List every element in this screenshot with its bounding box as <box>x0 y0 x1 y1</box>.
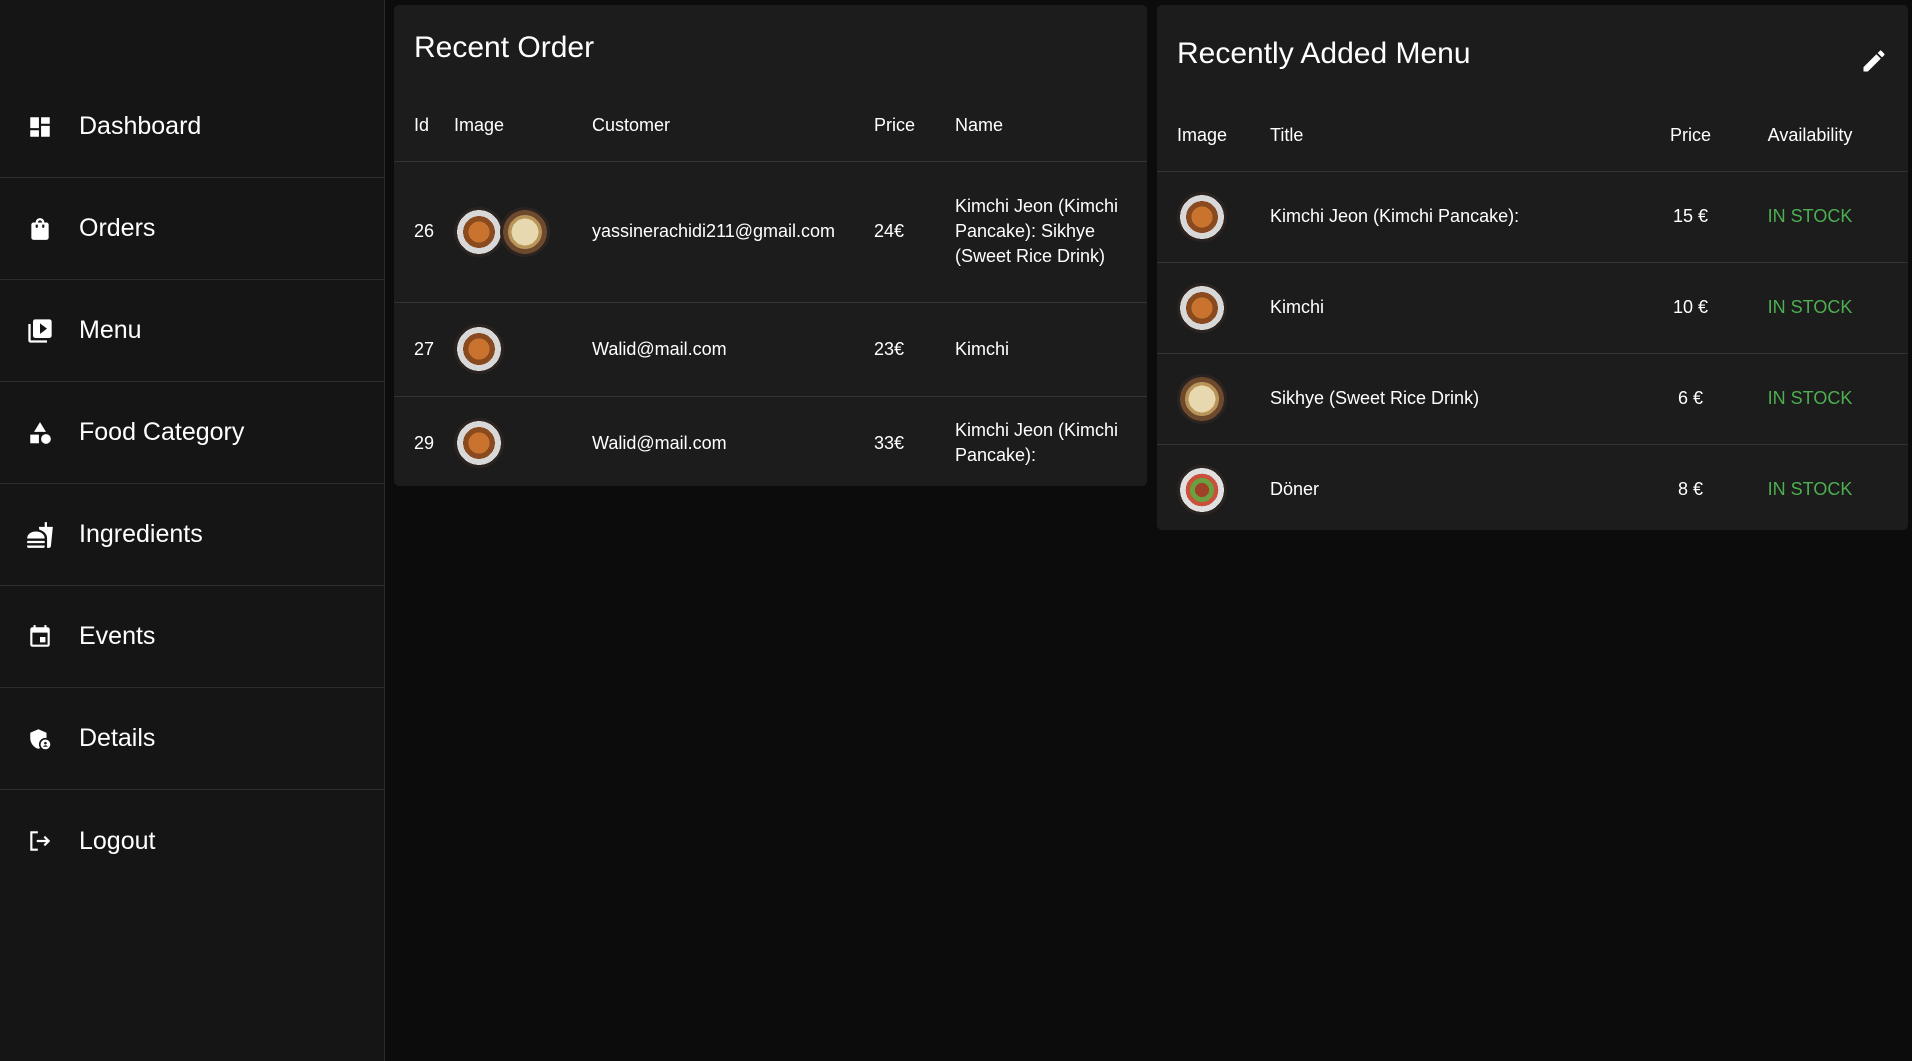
recent-order-table: Id Image Customer Price Name 26 yassiner… <box>394 91 1147 490</box>
order-id: 27 <box>414 338 435 359</box>
recently-added-menu-title: Recently Added Menu <box>1177 37 1471 70</box>
table-row[interactable]: 27 Walid@mail.com 23€ Kimchi <box>394 302 1147 396</box>
sidebar-item-label: Ingredients <box>79 520 203 548</box>
order-price: 33€ <box>874 432 905 453</box>
table-row[interactable]: 26 yassinerachidi211@gmail.com 24€ Kimch… <box>394 161 1147 302</box>
table-row[interactable]: Kimchi 10 € IN STOCK <box>1157 262 1908 353</box>
recent-order-panel: Recent Order Id Image Customer Price Nam… <box>394 5 1147 486</box>
order-name: Kimchi Jeon (Kimchi Pancake): <box>955 420 1119 466</box>
column-header-image: Image <box>1177 125 1228 146</box>
recent-order-title: Recent Order <box>414 31 595 64</box>
kimchi-jeon-thumbnail <box>454 206 504 257</box>
table-header-row: Id Image Customer Price Name <box>394 91 1147 161</box>
doner-thumbnail <box>1177 464 1227 515</box>
table-row[interactable]: Döner 8 € IN STOCK <box>1157 444 1908 535</box>
column-header-title: Title <box>1270 125 1304 146</box>
sidebar-item-label: Food Category <box>79 418 245 446</box>
availability-status: IN STOCK <box>1767 479 1853 500</box>
order-name: Kimchi <box>955 338 1010 359</box>
table-row[interactable]: Kimchi Jeon (Kimchi Pancake): 15 € IN ST… <box>1157 171 1908 262</box>
sidebar-item-label: Events <box>79 622 156 650</box>
sidebar-item-logout[interactable]: Logout <box>0 790 385 892</box>
menu-price: 6 € <box>1677 388 1704 408</box>
menu-image <box>1157 353 1270 444</box>
recently-added-menu-panel: Recently Added Menu Image Title Price Av… <box>1157 5 1908 530</box>
column-header-price: Price <box>1669 125 1711 146</box>
kimchi-jeon-thumbnail <box>454 418 504 469</box>
dashboard-icon <box>26 113 54 141</box>
sidebar-item-label: Orders <box>79 214 156 242</box>
sikhye-thumbnail <box>1177 373 1227 424</box>
column-header-id: Id <box>414 115 430 136</box>
sidebar-item-label: Menu <box>79 316 142 344</box>
sidebar-item-menu[interactable]: Menu <box>0 280 385 382</box>
menu-title: Kimchi <box>1270 297 1325 317</box>
kimchi-thumbnail <box>1177 282 1227 333</box>
sidebar: Dashboard Orders Menu Food Category Ingr… <box>0 0 385 1061</box>
order-images <box>454 302 592 396</box>
order-customer: Walid@mail.com <box>592 338 727 359</box>
availability-status: IN STOCK <box>1767 297 1853 317</box>
sidebar-nav: Dashboard Orders Menu Food Category Ingr… <box>0 76 385 892</box>
kimchi-thumbnail <box>454 324 504 374</box>
column-header-name: Name <box>955 115 1004 136</box>
order-name: Kimchi Jeon (Kimchi Pancake): Sikhye (Sw… <box>955 196 1119 266</box>
menu-book-icon <box>26 317 54 345</box>
sidebar-item-details[interactable]: Details <box>0 688 385 790</box>
menu-price: 8 € <box>1677 479 1704 500</box>
shopping-bag-icon <box>26 215 54 243</box>
menu-image <box>1157 444 1270 535</box>
column-header-customer: Customer <box>592 115 671 136</box>
kimchi-jeon-thumbnail <box>1177 191 1227 242</box>
ingredients-icon <box>26 521 54 549</box>
sikhye-thumbnail <box>500 206 550 257</box>
column-header-availability: Availability <box>1767 125 1853 146</box>
table-row[interactable]: Sikhye (Sweet Rice Drink) 6 € IN STOCK <box>1157 353 1908 444</box>
logout-icon <box>26 827 54 855</box>
order-price: 24€ <box>874 221 905 241</box>
order-images <box>454 396 592 490</box>
menu-image <box>1157 262 1270 353</box>
menu-title: Kimchi Jeon (Kimchi Pancake): <box>1270 206 1520 226</box>
menu-price: 10 € <box>1672 297 1709 317</box>
order-price: 23€ <box>874 338 905 359</box>
column-header-price: Price <box>874 115 916 136</box>
order-id: 26 <box>414 221 435 241</box>
sidebar-item-ingredients[interactable]: Ingredients <box>0 484 385 586</box>
menu-title: Sikhye (Sweet Rice Drink) <box>1270 388 1480 408</box>
menu-price: 15 € <box>1672 206 1709 226</box>
table-row[interactable]: 29 Walid@mail.com 33€ Kimchi Jeon (Kimch… <box>394 396 1147 490</box>
sidebar-item-dashboard[interactable]: Dashboard <box>0 76 385 178</box>
table-header-row: Image Title Price Availability <box>1157 101 1908 171</box>
sidebar-item-label: Details <box>79 724 156 752</box>
order-id: 29 <box>414 432 435 453</box>
calendar-icon <box>26 623 54 651</box>
sidebar-item-label: Logout <box>79 826 156 855</box>
sidebar-item-food-category[interactable]: Food Category <box>0 382 385 484</box>
sidebar-item-label: Dashboard <box>79 112 202 140</box>
admin-shield-icon <box>26 725 54 753</box>
category-icon <box>26 419 54 447</box>
edit-pencil-icon[interactable] <box>1860 47 1888 75</box>
order-customer: Walid@mail.com <box>592 432 727 453</box>
sidebar-item-orders[interactable]: Orders <box>0 178 385 280</box>
order-customer: yassinerachidi211@gmail.com <box>592 221 836 241</box>
recent-menu-table: Image Title Price Availability Kimchi Je… <box>1157 101 1908 535</box>
column-header-image: Image <box>454 115 505 136</box>
sidebar-item-events[interactable]: Events <box>0 586 385 688</box>
availability-status: IN STOCK <box>1767 206 1853 226</box>
menu-title: Döner <box>1270 479 1320 500</box>
order-images <box>454 161 592 302</box>
availability-status: IN STOCK <box>1767 388 1853 408</box>
menu-image <box>1157 171 1270 262</box>
